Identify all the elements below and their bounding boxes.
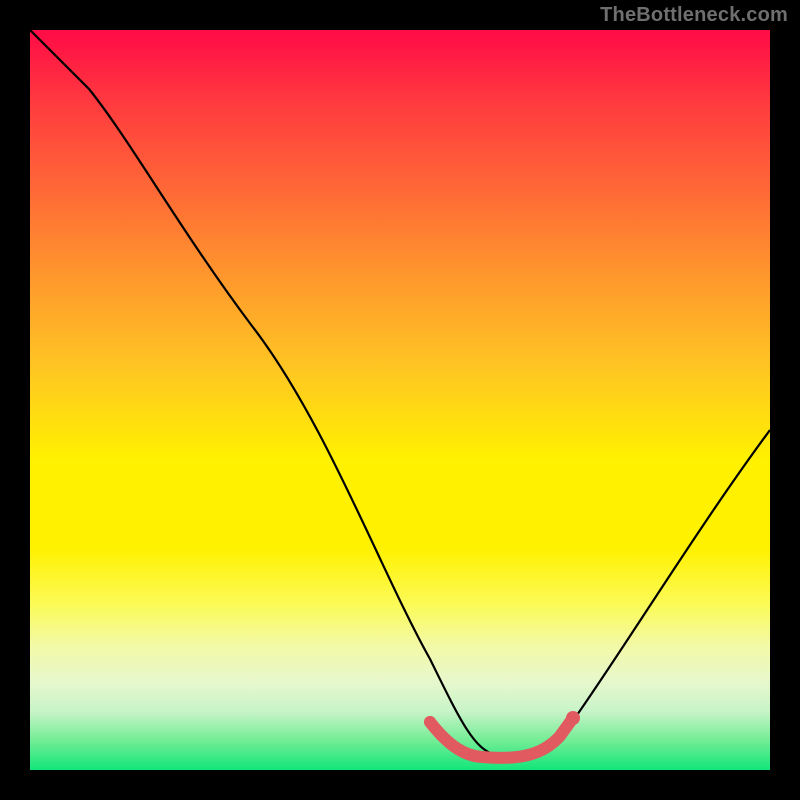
highlight-dot-right: [566, 711, 580, 725]
curve-layer: [30, 30, 770, 770]
plot-area: [30, 30, 770, 770]
chart-frame: TheBottleneck.com: [0, 0, 800, 800]
attribution-text: TheBottleneck.com: [600, 4, 788, 27]
optimal-band-highlight: [430, 718, 573, 758]
highlight-dot-left: [424, 716, 436, 728]
bottleneck-curve: [30, 30, 770, 757]
